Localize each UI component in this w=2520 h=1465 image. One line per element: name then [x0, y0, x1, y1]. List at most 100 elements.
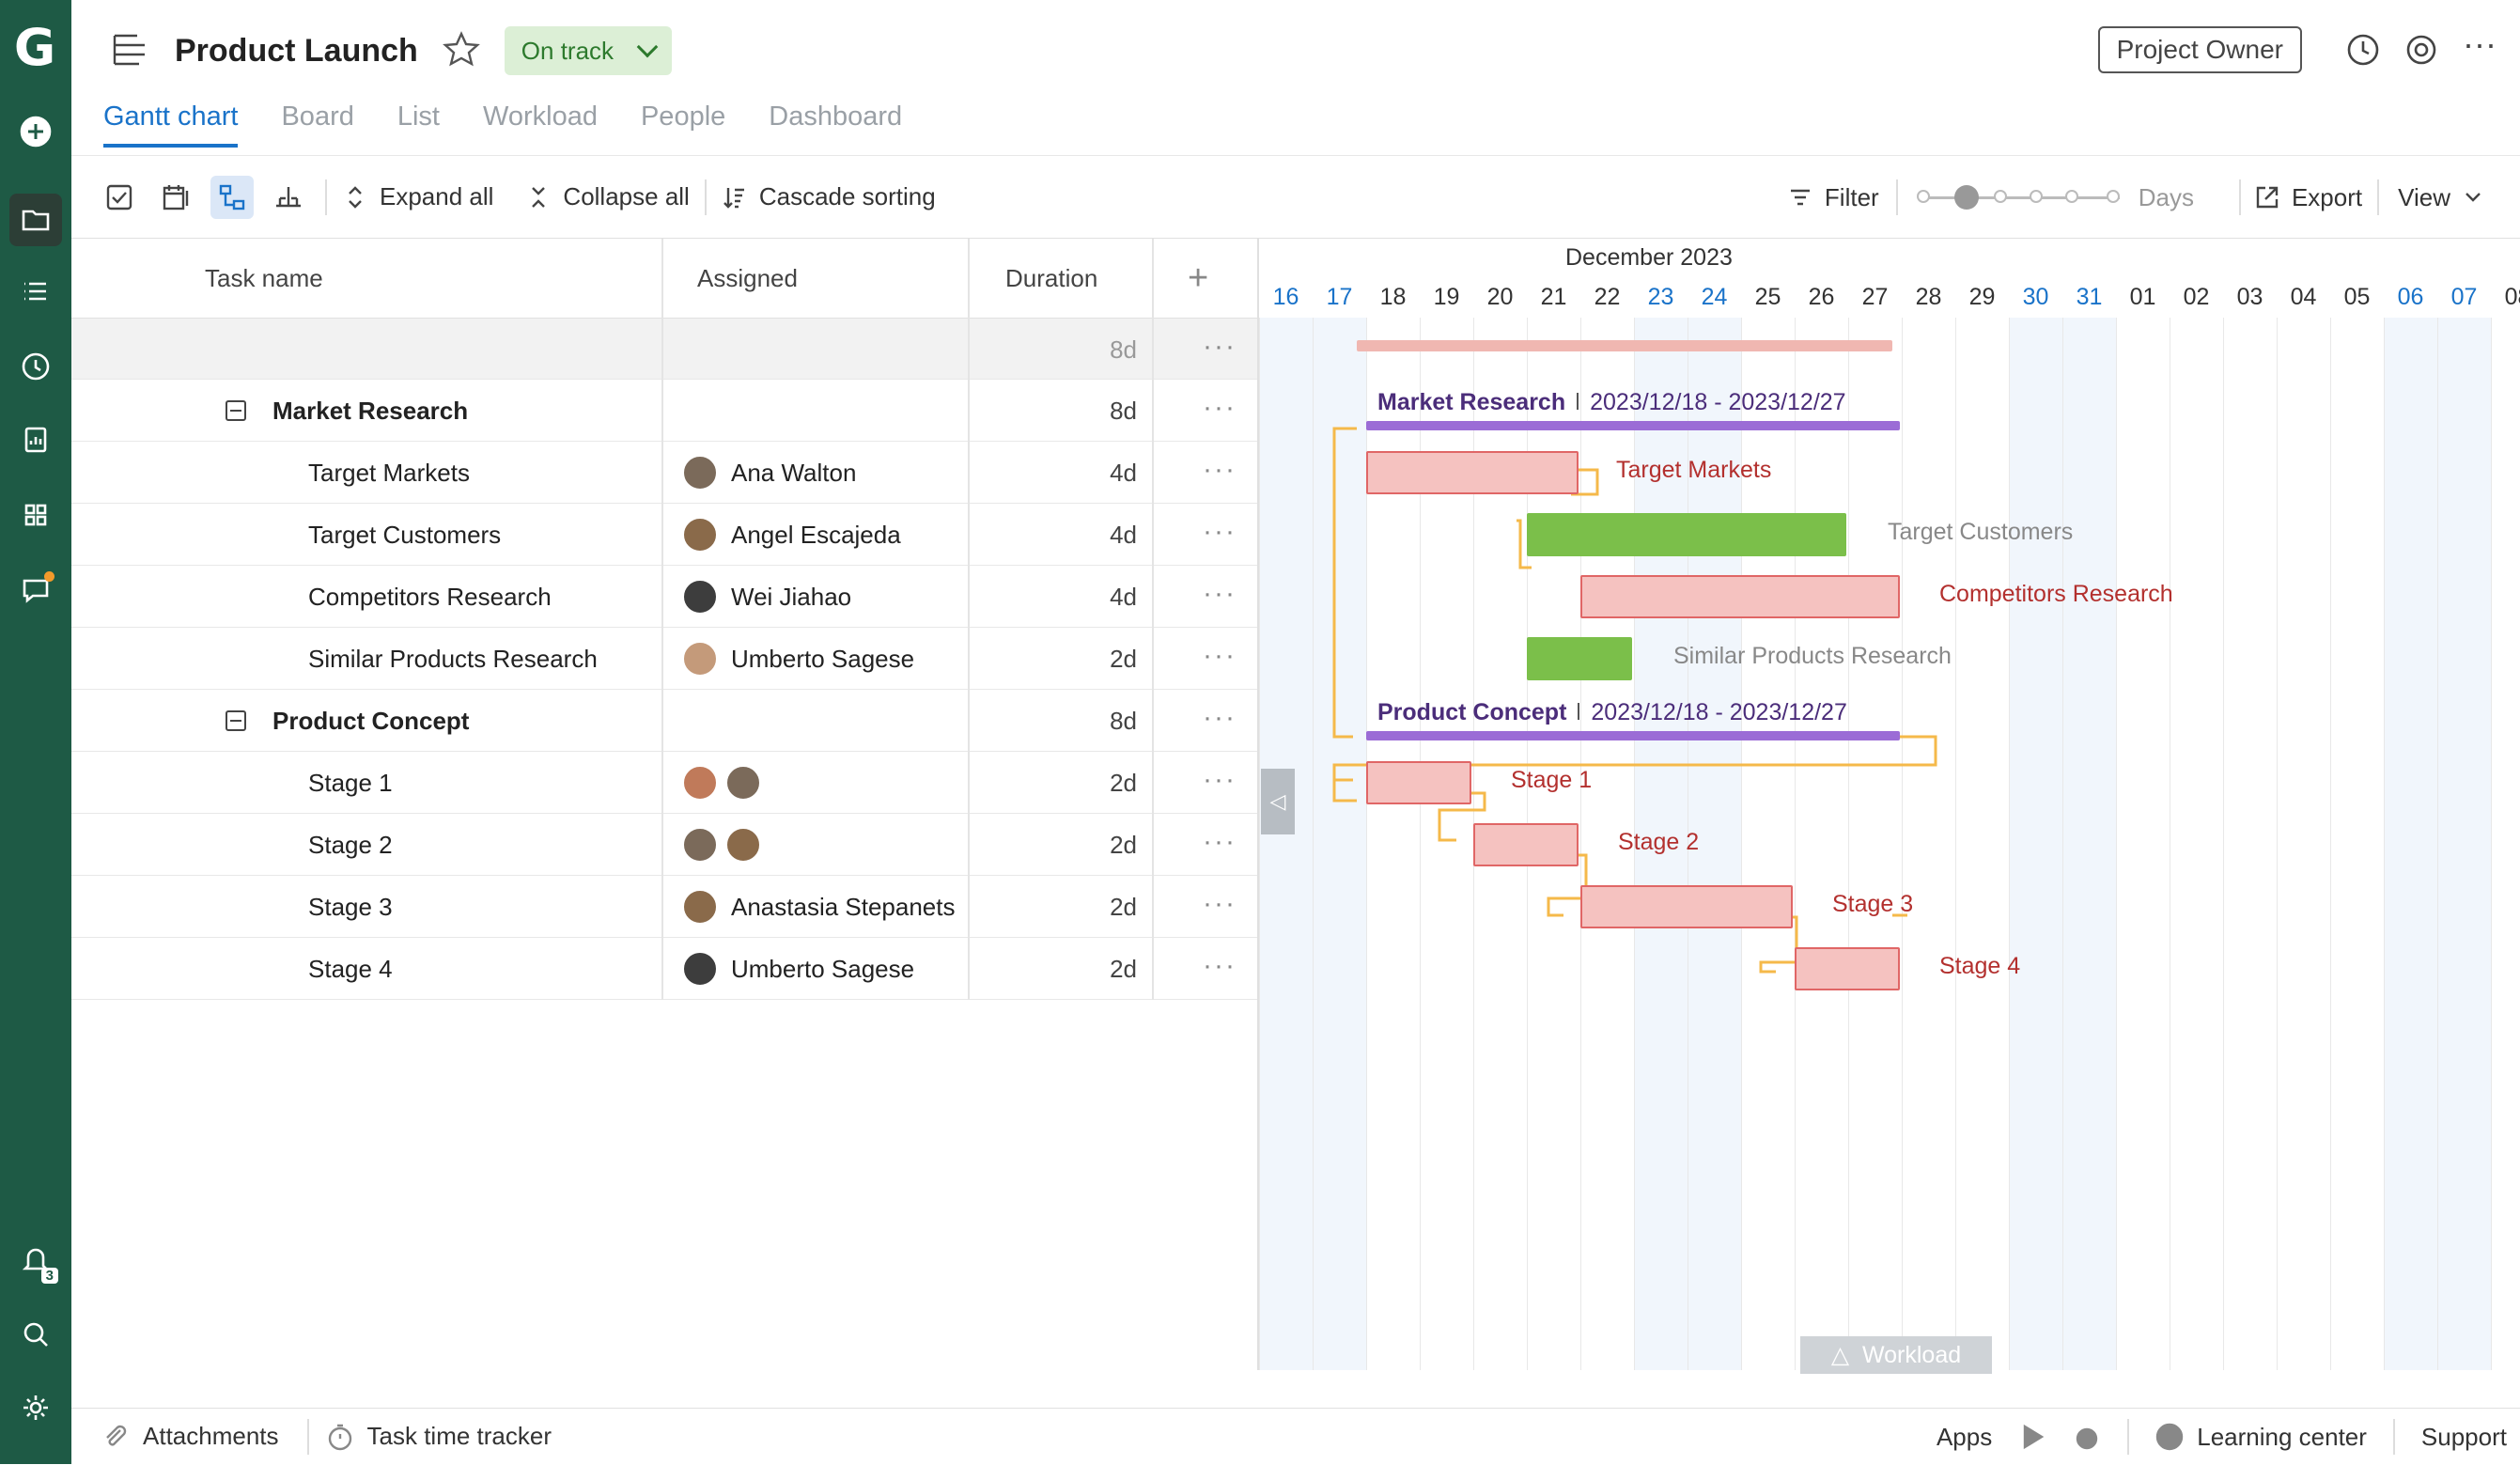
star-icon[interactable] [418, 30, 480, 72]
tab-dashboard[interactable]: Dashboard [769, 101, 902, 148]
tab-gantt-chart[interactable]: Gantt chart [103, 101, 239, 148]
assignee-cell[interactable] [682, 752, 774, 814]
more-options-icon[interactable]: ··· [2460, 27, 2499, 70]
task-row[interactable]: Stage 2 2d ··· [71, 814, 1257, 876]
row-more-icon[interactable]: ··· [1203, 504, 1237, 566]
row-more-icon[interactable]: ··· [1203, 380, 1237, 442]
workload-panel-toggle[interactable]: △ Workload [1800, 1336, 1992, 1374]
tab-people[interactable]: People [641, 101, 725, 148]
row-more-icon[interactable]: ··· [1203, 319, 1237, 381]
learning-center-button[interactable]: Learning center [2155, 1423, 2367, 1452]
parent-task-name[interactable]: Product Concept [226, 690, 469, 752]
collapse-grid-toggle[interactable]: ◁ [1261, 769, 1295, 834]
tab-list[interactable]: List [397, 101, 440, 148]
task-duration[interactable]: 2d [1110, 628, 1137, 690]
task-bar[interactable] [1473, 823, 1579, 866]
support-link[interactable]: Support [2421, 1423, 2507, 1452]
task-name[interactable]: Target Customers [308, 504, 501, 566]
app-logo[interactable]: G [8, 21, 62, 75]
task-duration[interactable]: 4d [1110, 566, 1137, 628]
expand-all-button[interactable]: Expand all [342, 182, 493, 211]
view-dropdown[interactable]: View [2398, 183, 2497, 212]
select-checkbox-icon[interactable] [98, 176, 141, 219]
task-bar[interactable] [1580, 885, 1793, 928]
task-name[interactable]: Stage 2 [308, 814, 393, 876]
row-more-icon[interactable]: ··· [1203, 814, 1237, 876]
assignee-cell[interactable]: Umberto Sagese [682, 628, 914, 690]
chat-icon[interactable] [9, 564, 62, 616]
assignee-cell[interactable]: Angel Escajeda [682, 504, 901, 566]
row-more-icon[interactable]: ··· [1203, 752, 1237, 814]
apps-label[interactable]: Apps [1937, 1423, 1992, 1452]
task-name[interactable]: Stage 1 [308, 752, 393, 814]
task-row[interactable]: Stage 4 Umberto Sagese 2d ··· [71, 938, 1257, 1000]
folder-icon[interactable] [9, 194, 62, 246]
dependency-link[interactable] [1332, 780, 1357, 803]
row-more-icon[interactable]: ··· [1203, 690, 1237, 752]
parent-task-row[interactable]: Product Concept 8d ··· [71, 690, 1257, 752]
task-duration[interactable]: 4d [1110, 442, 1137, 504]
task-duration[interactable]: 2d [1110, 752, 1137, 814]
add-column-icon[interactable]: + [1188, 239, 1208, 318]
task-bar[interactable] [1527, 513, 1846, 556]
list-icon[interactable] [9, 265, 62, 318]
row-more-icon[interactable]: ··· [1203, 876, 1237, 938]
parent-task-row[interactable]: Market Research 8d ··· [71, 380, 1257, 442]
critical-path-icon[interactable] [267, 176, 310, 219]
column-header-duration[interactable]: Duration [1005, 239, 1097, 318]
tab-workload[interactable]: Workload [483, 101, 598, 148]
collapse-group-icon[interactable] [226, 400, 246, 421]
search-icon[interactable] [9, 1308, 62, 1361]
task-name[interactable]: Stage 4 [308, 938, 393, 1000]
task-row[interactable]: Stage 1 2d ··· [71, 752, 1257, 814]
task-row[interactable]: Target Customers Angel Escajeda 4d ··· [71, 504, 1257, 566]
clock-icon[interactable] [9, 340, 62, 393]
task-name[interactable]: Competitors Research [308, 566, 552, 628]
collapse-group-icon[interactable] [226, 710, 246, 731]
apps-icon[interactable] [9, 489, 62, 541]
collapse-all-button[interactable]: Collapse all [525, 182, 690, 211]
column-header-assigned[interactable]: Assigned [697, 239, 798, 318]
task-bar[interactable] [1366, 761, 1471, 804]
task-name[interactable]: Target Markets [308, 442, 470, 504]
task-bar[interactable] [1527, 637, 1632, 680]
task-row[interactable]: Stage 3 Anastasia Stepanets 2d ··· [71, 876, 1257, 938]
gear-icon[interactable] [9, 1381, 62, 1434]
task-duration[interactable]: 2d [1110, 814, 1137, 876]
task-duration[interactable]: 2d [1110, 876, 1137, 938]
zoom-slider[interactable] [1916, 184, 2120, 210]
task-duration[interactable]: 8d [1110, 690, 1137, 752]
status-dropdown[interactable]: On track [504, 26, 673, 75]
play-store-icon[interactable] [2018, 1423, 2046, 1451]
task-duration[interactable]: 8d [1110, 380, 1137, 442]
parent-task-bar[interactable] [1366, 731, 1900, 740]
task-bar[interactable] [1366, 451, 1579, 494]
row-more-icon[interactable]: ··· [1203, 938, 1237, 1000]
assignee-cell[interactable]: Wei Jiahao [682, 566, 851, 628]
parent-task-name[interactable]: Market Research [226, 380, 468, 442]
assignee-cell[interactable]: Anastasia Stepanets [682, 876, 956, 938]
tab-board[interactable]: Board [281, 101, 353, 148]
task-row[interactable]: Competitors Research Wei Jiahao 4d ··· [71, 566, 1257, 628]
column-header-task-name[interactable]: Task name [205, 239, 323, 318]
calendar-icon[interactable] [154, 176, 197, 219]
task-time-tracker-button[interactable]: Task time tracker [326, 1422, 552, 1451]
assignee-cell[interactable]: Umberto Sagese [682, 938, 914, 1000]
cascade-sorting-button[interactable]: Cascade sorting [722, 182, 936, 211]
plus-icon[interactable] [9, 105, 62, 158]
history-icon[interactable] [2343, 30, 2383, 70]
task-bar[interactable] [1580, 575, 1900, 618]
filter-button[interactable]: Filter [1787, 183, 1879, 212]
row-more-icon[interactable]: ··· [1203, 566, 1237, 628]
settings-icon[interactable] [2402, 30, 2441, 70]
assignee-cell[interactable]: Ana Walton [682, 442, 856, 504]
task-duration[interactable]: 2d [1110, 938, 1137, 1000]
parent-task-bar[interactable] [1366, 421, 1900, 430]
hierarchy-view-icon[interactable] [210, 175, 254, 219]
project-summary-bar[interactable] [1357, 340, 1892, 351]
task-name[interactable]: Similar Products Research [308, 628, 598, 690]
task-duration[interactable]: 4d [1110, 504, 1137, 566]
row-more-icon[interactable]: ··· [1203, 628, 1237, 690]
task-row[interactable]: Target Markets Ana Walton 4d ··· [71, 442, 1257, 504]
export-button[interactable]: Export [2254, 183, 2362, 212]
